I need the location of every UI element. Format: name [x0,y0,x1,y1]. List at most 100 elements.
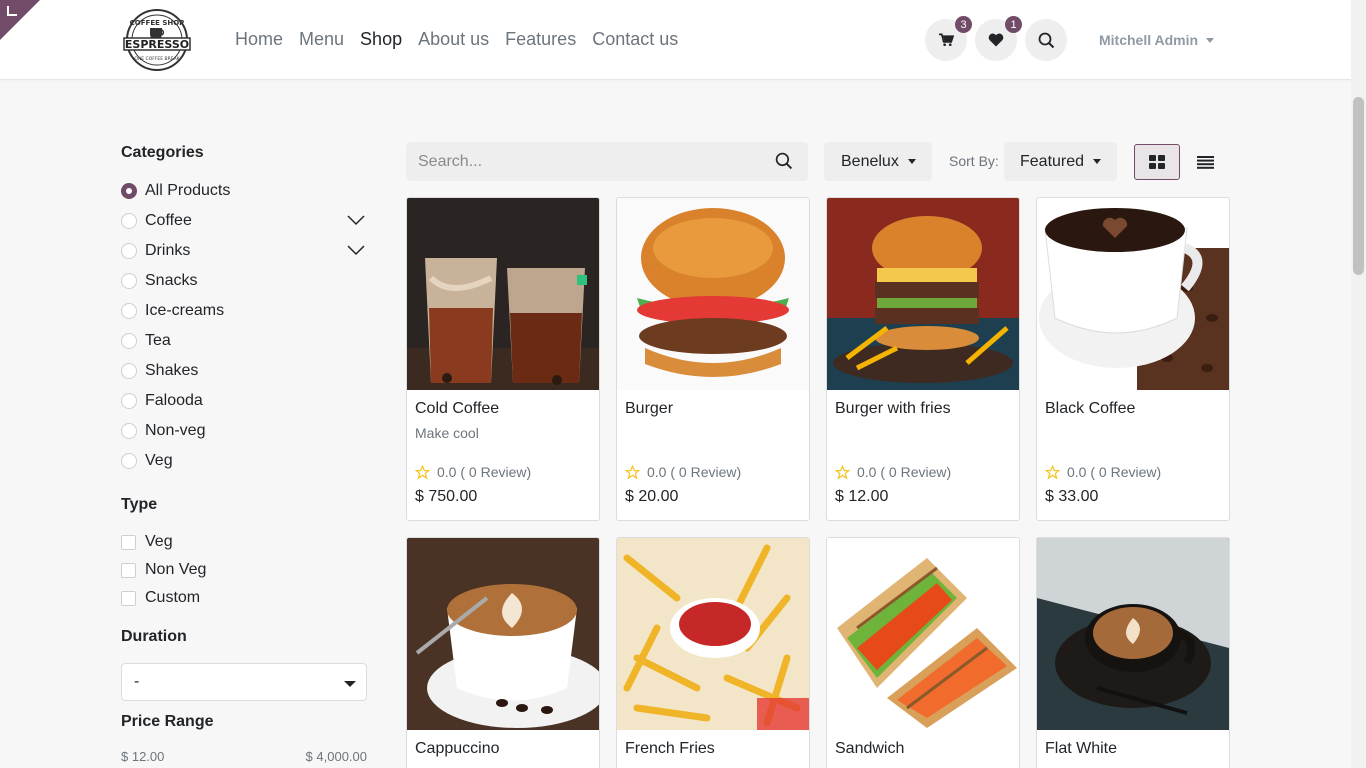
radio[interactable] [121,363,137,379]
type-label: Custom [145,589,201,606]
page-scrollbar[interactable] [1351,0,1366,768]
radio-selected[interactable] [121,183,137,199]
type-label: Non Veg [145,561,207,578]
star-icon [415,464,430,480]
product-price: $ 750.00 [415,488,478,505]
category-shakes[interactable]: Shakes [121,356,367,386]
nav-about-us[interactable]: About us [418,29,489,50]
radio[interactable] [121,303,137,319]
star-icon [625,464,640,480]
nav-features[interactable]: Features [505,29,576,50]
product-rating: 0.0 ( 0 Review) [1045,464,1161,480]
edit-mode-corner[interactable] [0,0,40,40]
search-icon[interactable] [775,152,793,170]
product-image-burger[interactable] [617,198,809,390]
nav-shop[interactable]: Shop [360,29,402,50]
radio[interactable] [121,453,137,469]
product-name[interactable]: Burger [625,400,673,418]
product-search-input[interactable]: Search... [406,142,808,181]
checkbox[interactable] [121,590,136,606]
search-placeholder: Search... [418,152,483,170]
chevron-down-icon[interactable] [347,214,365,226]
scrollbar-thumb[interactable] [1353,97,1364,275]
product-price: $ 20.00 [625,488,679,505]
product-name[interactable]: Sandwich [835,740,904,758]
category-tea[interactable]: Tea [121,326,367,356]
category-non-veg[interactable]: Non-veg [121,416,367,446]
category-coffee[interactable]: Coffee [121,206,367,236]
product-card[interactable]: Burger 0.0 ( 0 Review) $ 20.00 [616,197,810,521]
grid-view-button[interactable] [1134,144,1180,180]
product-rating: 0.0 ( 0 Review) [835,464,951,480]
price-range-values: $ 12.00 $ 4,000.00 [121,749,367,764]
radio[interactable] [121,243,137,259]
product-card[interactable]: Flat White [1036,537,1230,768]
list-view-button[interactable] [1182,144,1228,180]
product-image-burger-with-fries[interactable] [827,198,1019,390]
sort-dropdown[interactable]: Featured [1004,142,1117,181]
product-image-cappuccino[interactable] [407,538,599,730]
checkbox[interactable] [121,534,136,550]
rating-text: 0.0 ( 0 Review) [857,464,952,480]
wishlist-button[interactable]: 1 [975,16,1022,61]
category-label: Shakes [145,362,199,379]
category-label: All Products [145,182,231,199]
product-card[interactable]: Burger with fries 0.0 ( 0 Review) $ 12.0… [826,197,1020,521]
category-snacks[interactable]: Snacks [121,266,367,296]
product-name[interactable]: French Fries [625,740,715,758]
type-non-veg[interactable]: Non Veg [121,556,367,584]
category-label: Ice-creams [145,302,225,319]
product-name[interactable]: Cappuccino [415,740,500,758]
category-all-products[interactable]: All Products [121,176,367,206]
radio[interactable] [121,393,137,409]
product-name[interactable]: Flat White [1045,740,1117,758]
product-card[interactable]: Cappuccino [406,537,600,768]
radio[interactable] [121,333,137,349]
category-ice-creams[interactable]: Ice-creams [121,296,367,326]
product-image-french-fries[interactable] [617,538,809,730]
product-name[interactable]: Black Coffee [1045,400,1135,418]
category-label: Non-veg [145,422,206,439]
product-image-flat-white[interactable] [1037,538,1229,730]
product-card[interactable]: Cold Coffee Make cool 0.0 ( 0 Review) $ … [406,197,600,521]
product-image-cold-coffee[interactable] [407,198,599,390]
product-image-sandwich[interactable] [827,538,1019,730]
cart-icon [938,33,954,46]
category-falooda[interactable]: Falooda [121,386,367,416]
site-logo[interactable]: COFFEE SHOP ESPRESSO ONE COFFEE BREAK [121,8,193,72]
product-card[interactable]: French Fries [616,537,810,768]
user-menu[interactable]: Mitchell Admin [1099,32,1215,48]
duration-title: Duration [121,628,187,645]
category-veg[interactable]: Veg [121,446,367,476]
list-icon [1196,155,1214,169]
radio[interactable] [121,273,137,289]
checkbox[interactable] [121,562,136,578]
category-drinks[interactable]: Drinks [121,236,367,266]
cart-button[interactable]: 3 [925,16,972,61]
product-card[interactable]: Sandwich [826,537,1020,768]
site-header: COFFEE SHOP ESPRESSO ONE COFFEE BREAK Ho… [0,0,1351,80]
product-image-black-coffee[interactable] [1037,198,1229,390]
chevron-down-icon[interactable] [347,244,365,256]
nav-menu[interactable]: Menu [299,29,344,50]
product-name[interactable]: Cold Coffee [415,400,499,418]
type-custom[interactable]: Custom [121,584,367,612]
product-name[interactable]: Burger with fries [835,400,951,418]
wishlist-count-badge: 1 [1005,16,1022,33]
price-max: $ 4,000.00 [305,749,367,764]
category-label: Drinks [145,242,191,259]
category-label: Falooda [145,392,203,409]
radio[interactable] [121,213,137,229]
search-icon [1038,32,1054,48]
nav-contact-us[interactable]: Contact us [592,29,678,50]
pricelist-dropdown[interactable]: Benelux [824,142,932,181]
nav-home[interactable]: Home [235,29,283,50]
type-veg[interactable]: Veg [121,528,367,556]
duration-select[interactable]: - [121,663,367,701]
heart-icon [988,33,1004,47]
radio[interactable] [121,423,137,439]
rating-text: 0.0 ( 0 Review) [1067,464,1162,480]
shop-filters: Categories All Products Coffee Drinks Sn… [121,144,367,764]
product-card[interactable]: Black Coffee 0.0 ( 0 Review) $ 33.00 [1036,197,1230,521]
header-search-button[interactable] [1025,19,1067,61]
